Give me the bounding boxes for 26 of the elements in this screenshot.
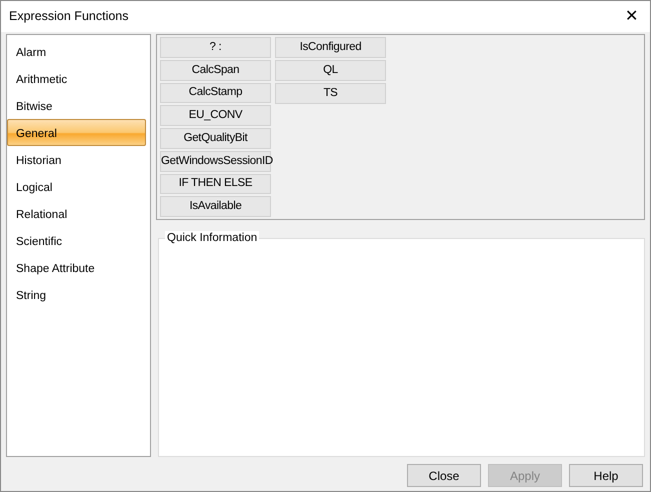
window-title: Expression Functions [9, 8, 129, 26]
dialog-button[interactable]: Close [407, 464, 481, 487]
function-button[interactable]: CalcStamp [160, 82, 271, 104]
function-button[interactable]: EU_CONV [160, 105, 271, 126]
dialog-button[interactable]: Help [569, 464, 643, 487]
group-title: Quick Information [165, 231, 260, 245]
function-button[interactable]: IsConfigured [275, 37, 386, 58]
function-button[interactable]: GetWindowsSessionID [160, 150, 271, 172]
close-button[interactable]: ✕ [621, 8, 642, 24]
category-item[interactable]: String [7, 281, 146, 308]
category-item[interactable]: Historian [7, 146, 146, 173]
category-item[interactable]: Logical [7, 173, 146, 200]
category-item[interactable]: Scientific [7, 227, 146, 254]
category-item[interactable]: Arithmetic [7, 65, 146, 92]
category-item[interactable]: General [7, 119, 146, 146]
function-button[interactable]: TS [275, 83, 386, 104]
category-item[interactable]: Relational [7, 200, 146, 227]
function-button[interactable]: ? : [160, 37, 271, 58]
category-item[interactable]: Bitwise [7, 92, 146, 119]
category-item[interactable]: Alarm [7, 38, 146, 65]
function-button[interactable]: IsAvailable [160, 196, 271, 217]
function-button[interactable]: CalcSpan [160, 60, 271, 80]
function-button[interactable]: IF THEN ELSE [160, 174, 271, 194]
category-item[interactable]: Shape Attribute [7, 254, 146, 281]
function-button[interactable]: GetQualityBit [160, 128, 271, 149]
function-button[interactable]: QL [275, 60, 386, 81]
